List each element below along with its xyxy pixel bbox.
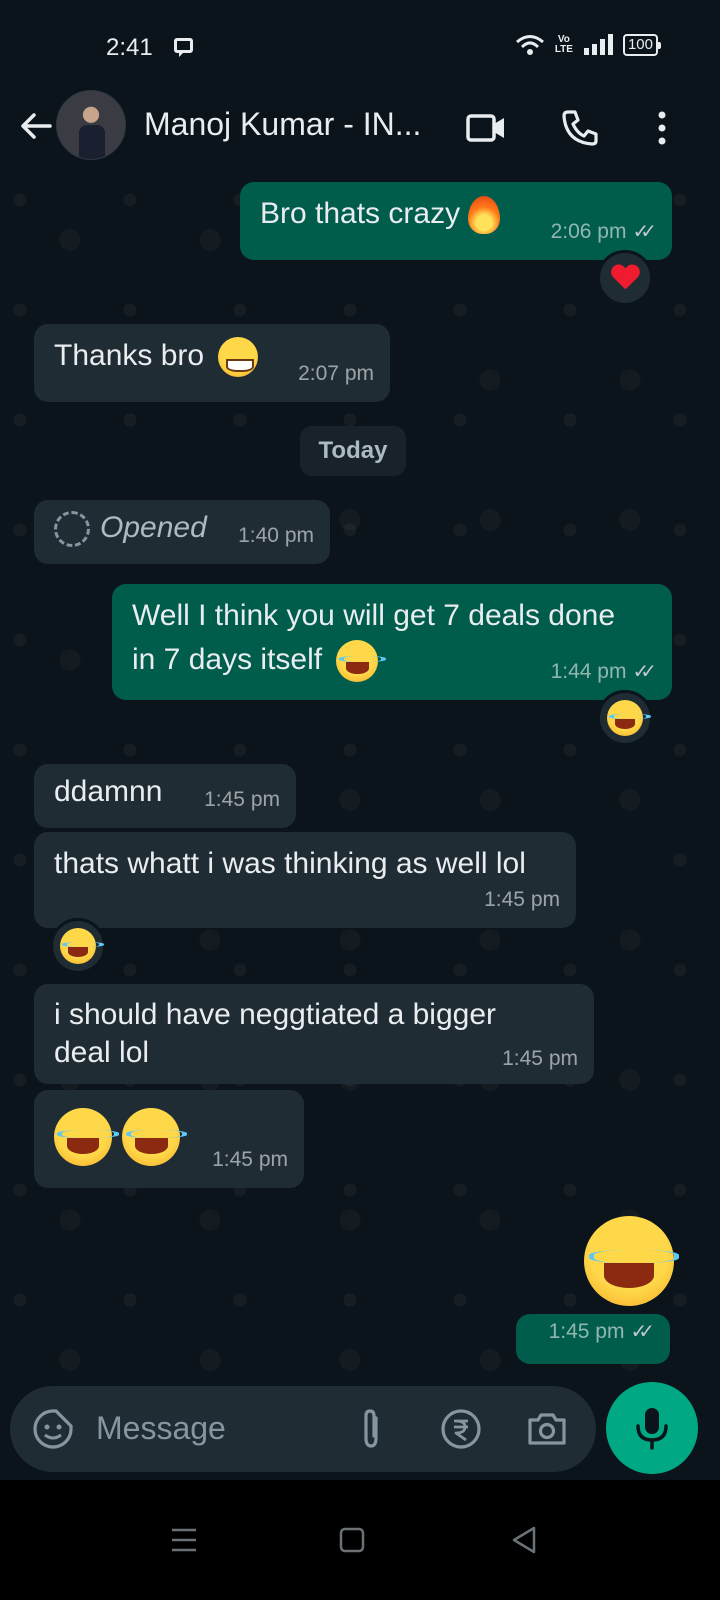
laugh-emoji-icon: [60, 928, 104, 964]
message-meta: 1:45 pm: [484, 878, 560, 922]
read-ticks-icon: ✓✓: [632, 661, 656, 683]
read-ticks-icon: ✓✓: [632, 221, 656, 243]
message-meta: 1:45 pm: [502, 1040, 578, 1078]
heart-reaction[interactable]: [597, 250, 653, 306]
message-incoming[interactable]: thats whatt i was thinking as well lol 1…: [34, 832, 576, 928]
attach-icon[interactable]: [348, 1406, 394, 1452]
laugh-emoji-icon: [607, 700, 651, 736]
message-time: 1:45 pm: [502, 1047, 578, 1070]
grin-emoji-icon: [218, 337, 259, 378]
message-outgoing[interactable]: Well I think you will get 7 deals done i…: [112, 584, 672, 700]
status-time: 2:41: [106, 34, 153, 61]
message-incoming[interactable]: Thanks bro 2:07 pm: [34, 324, 390, 402]
message-incoming[interactable]: i should have neggtiated a bigger deal l…: [34, 984, 594, 1084]
laugh-reaction[interactable]: [597, 690, 653, 746]
rupee-payment-icon[interactable]: [438, 1406, 484, 1452]
more-options-icon[interactable]: [640, 106, 684, 150]
battery-indicator: 100: [622, 34, 662, 56]
back-nav-icon[interactable]: [504, 1520, 544, 1560]
fire-emoji-icon: [468, 196, 501, 235]
message-outgoing-meta[interactable]: 1:45 pm ✓✓: [516, 1314, 670, 1364]
message-text: thats whatt i was thinking as well lol: [54, 847, 526, 880]
message-meta: 2:06 pm ✓✓: [550, 210, 657, 254]
message-meta: 1:45 pm: [204, 778, 280, 822]
message-text-line1: i should have neggtiated a bigger: [54, 998, 497, 1031]
view-once-icon: [54, 511, 90, 548]
big-laugh-emoji-icon[interactable]: [584, 1216, 679, 1306]
system-nav-bar: [0, 1480, 720, 1600]
message-time: 1:45 pm: [204, 788, 280, 811]
message-time: 1:45 pm: [484, 888, 560, 911]
sticker-icon[interactable]: [30, 1406, 76, 1452]
home-icon[interactable]: [332, 1520, 372, 1560]
laugh-emoji-icon: [336, 640, 386, 683]
message-meta: 1:40 pm: [238, 514, 314, 558]
mic-button[interactable]: [606, 1382, 698, 1474]
message-meta: 2:07 pm: [298, 352, 374, 396]
message-text: Opened: [100, 511, 207, 544]
laugh-emoji-icon: [122, 1108, 187, 1166]
message-meta: 1:45 pm: [212, 1138, 288, 1182]
message-view-once[interactable]: Opened 1:40 pm: [34, 500, 330, 564]
message-time: 1:44 pm: [550, 660, 627, 683]
message-text-line2: in 7 days itself: [132, 643, 323, 676]
message-notification-icon: [174, 38, 193, 57]
volte-bottom: LTE: [554, 44, 573, 55]
message-input-bar[interactable]: Message: [10, 1386, 596, 1472]
message-outgoing[interactable]: Bro thats crazy 2:06 pm ✓✓: [240, 182, 672, 260]
wifi-icon: [515, 35, 544, 55]
laugh-reaction[interactable]: [50, 918, 106, 974]
message-time: 1:45 pm: [212, 1148, 288, 1171]
volte-indicator: Vo LTE: [555, 35, 573, 55]
message-time: 2:07 pm: [298, 362, 374, 385]
back-arrow-icon[interactable]: [16, 106, 56, 146]
heart-icon: [611, 265, 639, 291]
read-ticks-icon: ✓✓: [630, 1321, 654, 1343]
message-incoming[interactable]: ddamnn 1:45 pm: [34, 764, 296, 828]
camera-icon[interactable]: [524, 1406, 570, 1452]
video-call-icon[interactable]: [464, 106, 508, 150]
message-time: 1:45 pm: [548, 1320, 625, 1343]
message-text: Bro thats crazy: [260, 197, 461, 230]
contact-name[interactable]: Manoj Kumar - IN...: [144, 106, 421, 143]
recent-apps-icon[interactable]: [164, 1520, 204, 1560]
message-text-line1: Well I think you will get 7 deals done: [132, 599, 616, 632]
contact-avatar[interactable]: [56, 90, 126, 160]
voice-call-icon[interactable]: [558, 106, 602, 150]
mic-icon: [636, 1408, 668, 1450]
status-bar: 2:41 Vo LTE 100: [0, 0, 720, 92]
status-indicators: Vo LTE 100: [515, 34, 662, 56]
laugh-emoji-icon: [54, 1108, 119, 1166]
message-input[interactable]: Message: [96, 1410, 226, 1447]
message-text-line2: deal lol: [54, 1036, 150, 1069]
message-time: 2:06 pm: [550, 220, 627, 243]
message-meta: 1:44 pm ✓✓: [550, 650, 657, 694]
message-meta: 1:45 pm ✓✓: [548, 1310, 655, 1354]
chat-area[interactable]: Bro thats crazy 2:06 pm ✓✓ Thanks bro 2:…: [0, 180, 720, 1386]
message-time: 1:40 pm: [238, 524, 314, 547]
signal-icon: [583, 34, 613, 55]
message-text: ddamnn: [54, 775, 163, 808]
message-incoming-emoji[interactable]: 1:45 pm: [34, 1090, 304, 1188]
message-text: Thanks bro: [54, 339, 205, 372]
date-separator: Today: [300, 426, 406, 476]
chat-header: Manoj Kumar - IN...: [0, 90, 720, 180]
